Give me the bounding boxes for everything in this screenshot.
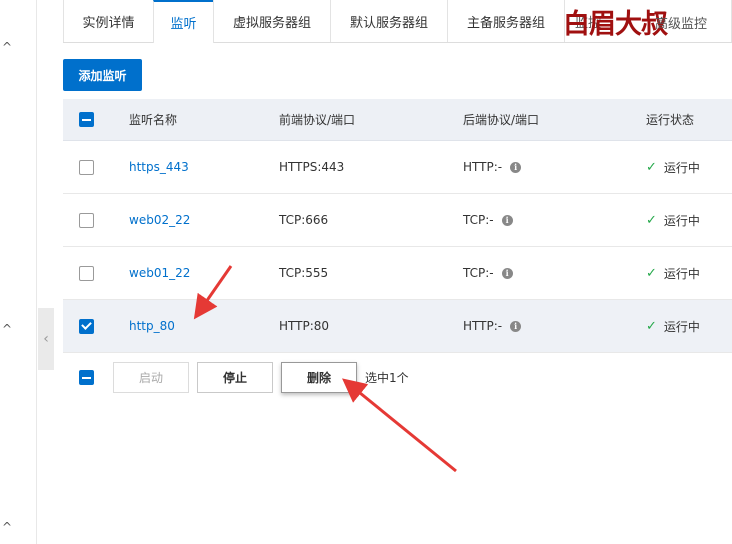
add-listener-button[interactable]: 添加监听 bbox=[63, 59, 142, 91]
batch-action-bar: 启动 停止 删除 选中1个 bbox=[63, 353, 732, 403]
row-checkbox[interactable] bbox=[79, 265, 94, 281]
tab-master-slave-group[interactable]: 主备服务器组 bbox=[447, 0, 565, 42]
select-all-checkbox[interactable] bbox=[79, 112, 94, 127]
check-icon: ✓ bbox=[646, 318, 657, 334]
chevron-left-icon: ‹ bbox=[43, 331, 49, 347]
listener-name-link[interactable]: https_443 bbox=[129, 160, 189, 174]
listener-name-link[interactable]: web01_22 bbox=[129, 266, 190, 280]
backend-protocol: HTTP:- bbox=[463, 319, 503, 333]
left-sidebar-gutter: ^ ^ ^ bbox=[0, 0, 37, 544]
batch-select-checkbox[interactable] bbox=[79, 370, 94, 385]
check-icon: ✓ bbox=[646, 212, 657, 228]
tab-instance-details[interactable]: 实例详情 bbox=[63, 0, 154, 42]
column-header-status: 运行状态 bbox=[646, 113, 695, 127]
table-row: web02_22 TCP:666 TCP:- i ✓ 运行中 bbox=[63, 194, 732, 247]
status-text: 运行中 bbox=[663, 266, 700, 281]
chevron-up-icon[interactable]: ^ bbox=[2, 40, 12, 54]
start-button[interactable]: 启动 bbox=[113, 362, 189, 393]
column-header-frontend: 前端协议/端口 bbox=[279, 113, 356, 127]
row-checkbox[interactable] bbox=[79, 159, 94, 175]
status-text: 运行中 bbox=[663, 160, 700, 175]
delete-button[interactable]: 删除 bbox=[281, 362, 357, 393]
info-icon[interactable]: i bbox=[510, 161, 522, 173]
selected-count-text: 选中1个 bbox=[365, 371, 409, 385]
table-row: https_443 HTTPS:443 HTTP:- i ✓ 运行中 bbox=[63, 141, 732, 194]
frontend-protocol: HTTPS:443 bbox=[279, 160, 345, 174]
tab-vserver-groups[interactable]: 虚拟服务器组 bbox=[213, 0, 331, 42]
column-header-name: 监听名称 bbox=[129, 113, 178, 127]
backend-protocol: TCP:- bbox=[463, 213, 494, 227]
status-text: 运行中 bbox=[663, 213, 700, 228]
table-header-row: 监听名称 前端协议/端口 后端协议/端口 运行状态 bbox=[63, 99, 732, 141]
chevron-up-icon[interactable]: ^ bbox=[2, 520, 12, 534]
row-checkbox[interactable] bbox=[79, 212, 94, 228]
frontend-protocol: TCP:666 bbox=[279, 213, 329, 227]
frontend-protocol: HTTP:80 bbox=[279, 319, 330, 333]
info-icon[interactable]: i bbox=[501, 214, 513, 226]
table-row: web01_22 TCP:555 TCP:- i ✓ 运行中 bbox=[63, 247, 732, 300]
listener-table: 监听名称 前端协议/端口 后端协议/端口 运行状态 https_443 HTTP… bbox=[63, 99, 732, 353]
check-icon: ✓ bbox=[646, 265, 657, 281]
row-checkbox[interactable] bbox=[79, 318, 94, 334]
listener-name-link[interactable]: web02_22 bbox=[129, 213, 190, 227]
table-row-selected: http_80 HTTP:80 HTTP:- i ✓ 运行中 bbox=[63, 300, 732, 353]
info-icon[interactable]: i bbox=[501, 267, 513, 279]
stop-button[interactable]: 停止 bbox=[197, 362, 273, 393]
watermark-tab-fragment: 高级监控 bbox=[655, 17, 708, 32]
backend-protocol: HTTP:- bbox=[463, 160, 503, 174]
check-icon: ✓ bbox=[646, 159, 657, 175]
listener-name-link[interactable]: http_80 bbox=[129, 319, 175, 333]
column-header-backend: 后端协议/端口 bbox=[463, 113, 540, 127]
tab-listeners[interactable]: 监听 bbox=[153, 0, 214, 43]
chevron-up-icon[interactable]: ^ bbox=[2, 322, 12, 336]
collapse-sidebar-handle[interactable]: ‹ bbox=[38, 308, 54, 370]
frontend-protocol: TCP:555 bbox=[279, 266, 329, 280]
watermark-logo: 白眉大叔 bbox=[563, 9, 668, 40]
backend-protocol: TCP:- bbox=[463, 266, 494, 280]
tab-default-server-group[interactable]: 默认服务器组 bbox=[330, 0, 448, 42]
status-text: 运行中 bbox=[663, 319, 700, 334]
info-icon[interactable]: i bbox=[510, 320, 522, 332]
